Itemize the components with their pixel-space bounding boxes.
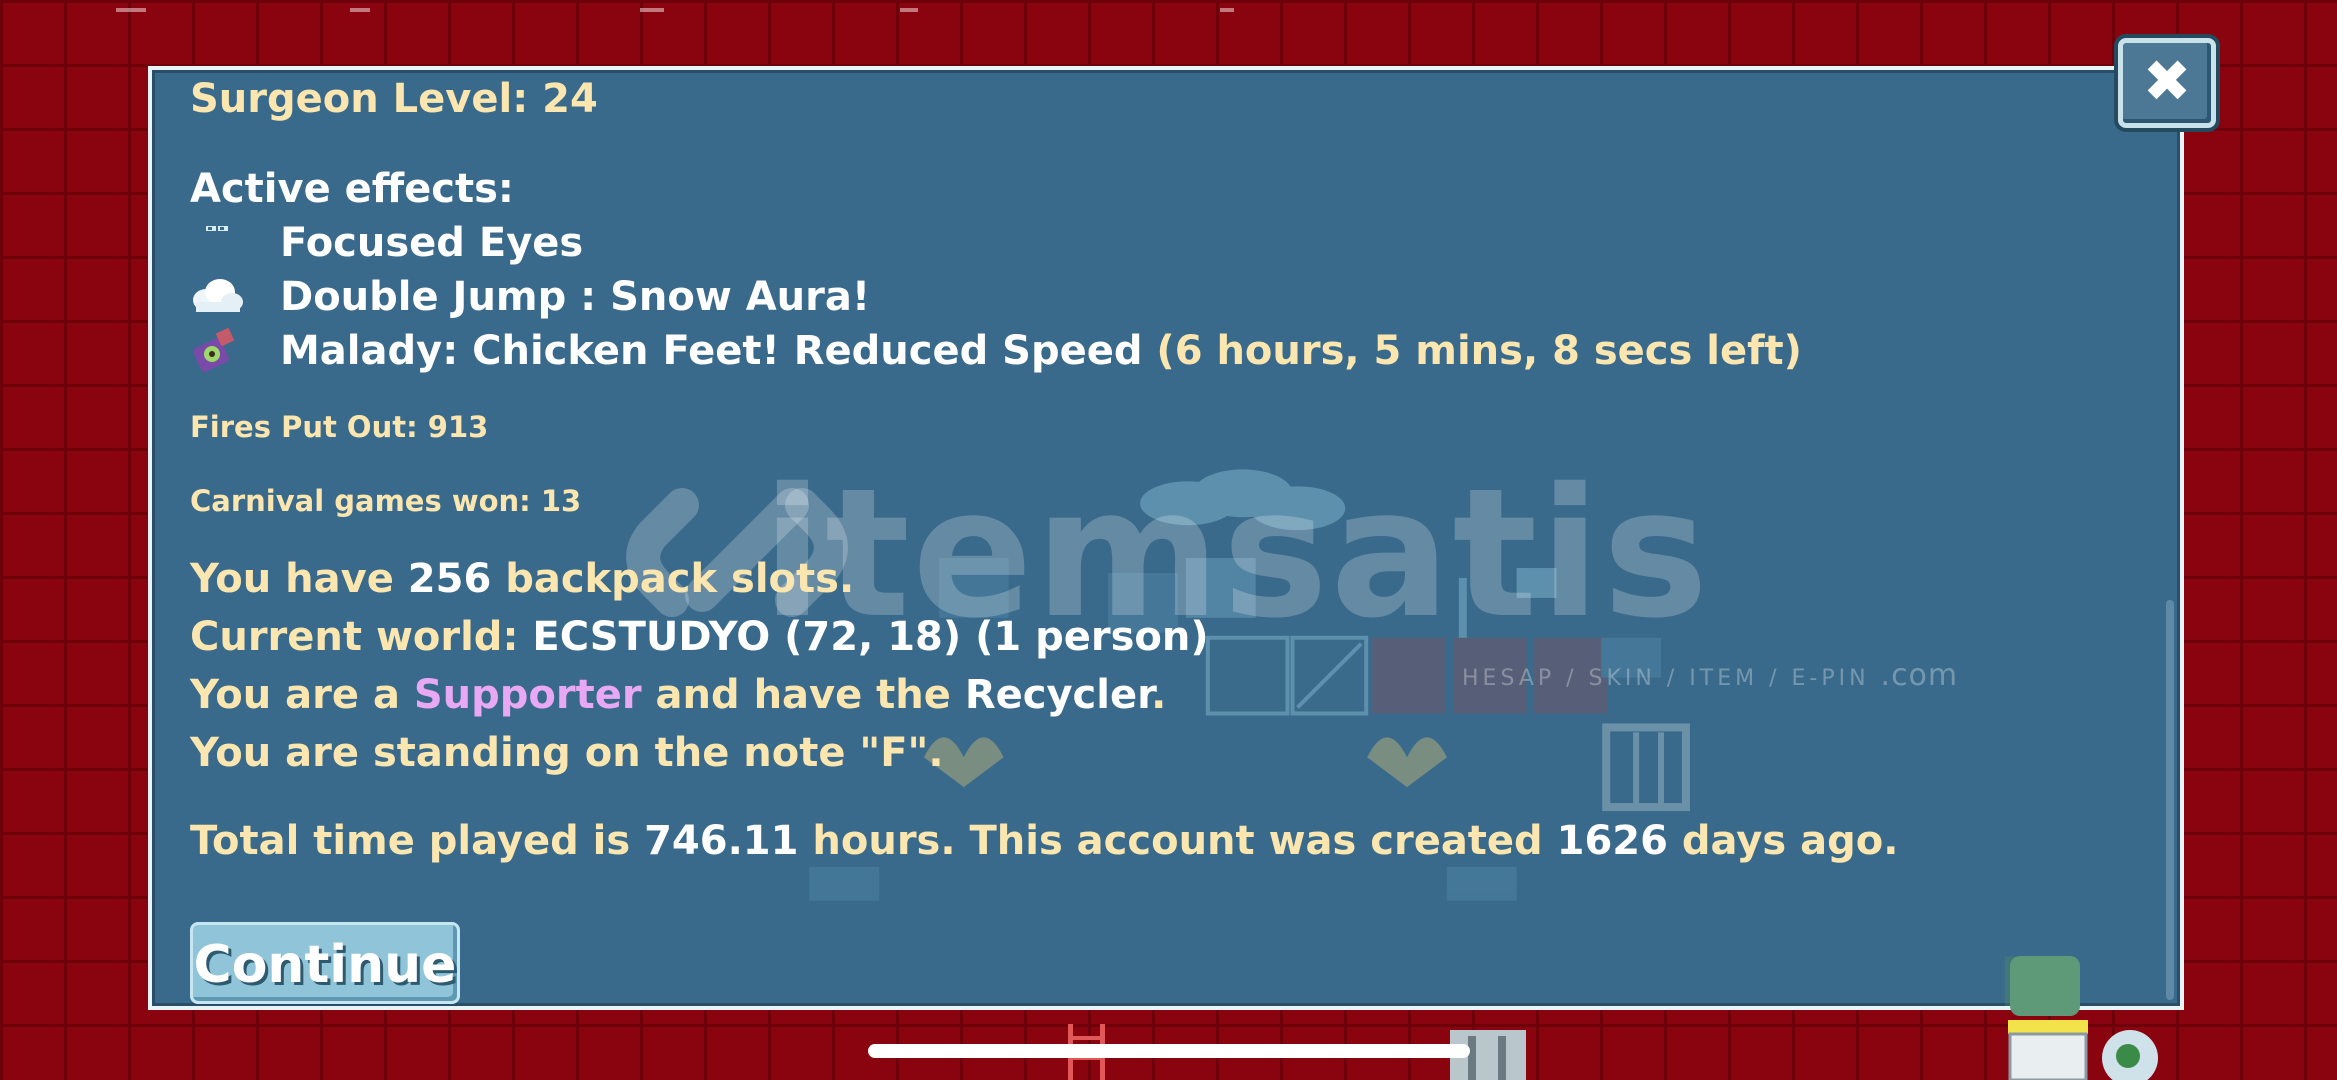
effect-row-focused-eyes: Focused Eyes (190, 220, 2090, 270)
focused-eyes-icon (206, 226, 228, 231)
effect-timer: (6 hours, 5 mins, 8 secs left) (1156, 328, 1802, 374)
effect-row-malady: Malady: Chicken Feet! Reduced Speed (6 h… (190, 328, 2090, 380)
total-time-played: Total time played is 746.11 hours. This … (190, 818, 1899, 864)
snow-cloud-icon (193, 279, 243, 312)
home-indicator[interactable] (868, 1044, 1470, 1058)
surgeon-level: Surgeon Level: 24 (190, 76, 598, 122)
effect-row-double-jump: Double Jump : Snow Aura! (190, 274, 2090, 324)
effect-label: Double Jump : Snow Aura! (280, 274, 871, 320)
backpack-slots: You have 256 backpack slots. (190, 556, 855, 602)
effect-label: Malady: Chicken Feet! Reduced Speed (280, 328, 1143, 374)
close-button[interactable]: ✖ (2118, 38, 2216, 128)
scrollbar[interactable] (2166, 600, 2174, 1000)
supporter-status: You are a Supporter and have the Recycle… (190, 672, 1167, 718)
top-game-strip (116, 8, 1234, 12)
carnival-games-won: Carnival games won: 13 (190, 484, 582, 518)
effect-label: Focused Eyes (280, 220, 584, 266)
continue-button[interactable]: Continue (190, 922, 460, 1004)
effect-text: Malady: Chicken Feet! Reduced Speed (6 h… (280, 328, 1802, 374)
game-objects-corner (2008, 956, 2158, 1080)
dialog-content: Surgeon Level: 24 Active effects: Focuse… (190, 70, 2180, 1006)
current-world: Current world: ECSTUDYO (72, 18) (1 pers… (190, 614, 1209, 660)
malady-potion-icon (193, 328, 235, 372)
standing-note: You are standing on the note "F". (190, 730, 944, 776)
active-effects-heading: Active effects: (190, 166, 514, 212)
player-info-dialog: itemsatis HESAP / SKIN / ITEM / E-PIN .c… (148, 66, 2184, 1010)
fires-put-out: Fires Put Out: 913 (190, 410, 489, 444)
